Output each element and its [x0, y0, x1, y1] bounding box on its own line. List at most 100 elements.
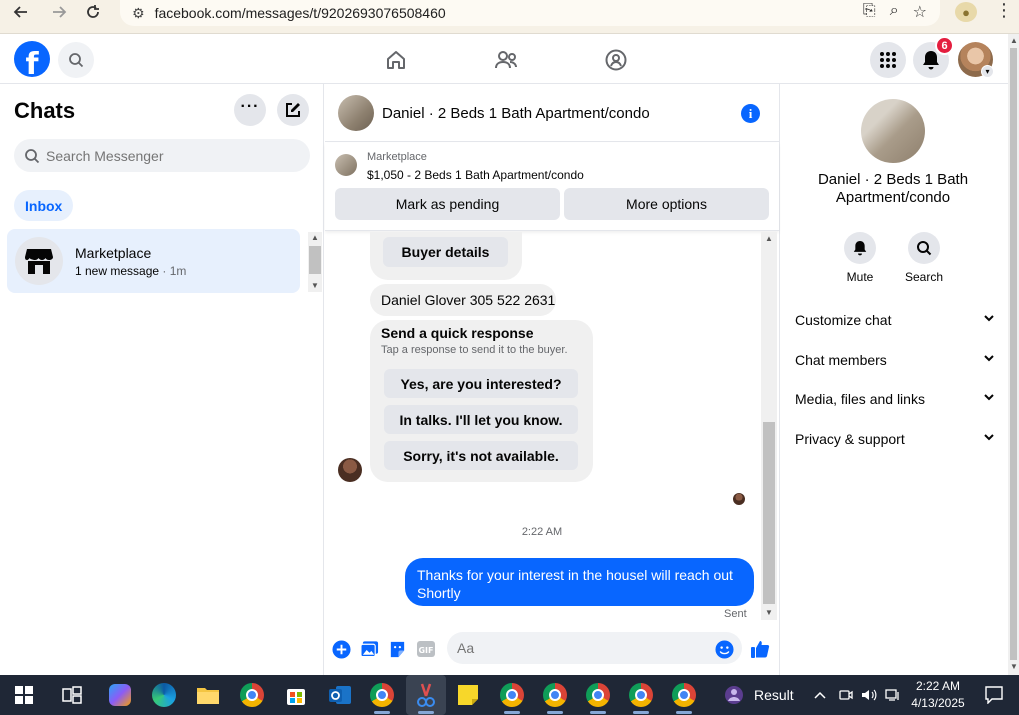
forward-arrow-icon[interactable]: [44, 0, 74, 24]
edge-browser-icon[interactable]: [150, 681, 178, 709]
reload-icon[interactable]: [78, 0, 108, 24]
chat-list-item[interactable]: Marketplace 1 new message · 1m: [7, 229, 300, 293]
bookmark-star-icon[interactable]: ☆: [913, 2, 927, 22]
scroll-up-arrow-icon[interactable]: ▲: [765, 234, 773, 243]
info-icon[interactable]: i: [741, 104, 760, 123]
chat-name: Marketplace: [75, 245, 152, 261]
chrome-profile-window-icon[interactable]: [368, 681, 396, 709]
conversation-title[interactable]: Daniel · 2 Beds 1 Bath Apartment/condo: [382, 105, 650, 122]
scroll-up-arrow-icon[interactable]: ▲: [1010, 36, 1018, 45]
chrome-window-icon[interactable]: [584, 681, 612, 709]
groups-icon[interactable]: [590, 42, 642, 78]
contact-avatar[interactable]: [861, 99, 925, 163]
search-messenger-field[interactable]: [14, 139, 310, 172]
customize-chat-section[interactable]: Customize chat: [795, 312, 995, 332]
chrome-window-icon[interactable]: [670, 681, 698, 709]
conversation-header: Daniel · 2 Beds 1 Bath Apartment/condo i: [325, 84, 779, 142]
search-action[interactable]: Search: [899, 232, 949, 284]
logo-letter: f: [25, 47, 39, 77]
mute-action[interactable]: Mute: [835, 232, 885, 284]
chat-members-section[interactable]: Chat members: [795, 352, 995, 372]
search-messenger-input[interactable]: [46, 147, 286, 164]
buyer-details-button[interactable]: Buyer details: [383, 237, 508, 267]
sticker-icon[interactable]: [386, 638, 408, 660]
site-settings-icon[interactable]: ⚙: [132, 5, 145, 22]
thumbs-up-icon[interactable]: [749, 638, 771, 660]
scroll-down-arrow-icon[interactable]: ▼: [765, 608, 773, 617]
inbox-tab[interactable]: Inbox: [14, 190, 74, 221]
windows-start-icon[interactable]: [10, 681, 38, 709]
bell-icon: [923, 51, 939, 70]
snipping-tool-icon[interactable]: [406, 675, 446, 715]
plus-circle-icon[interactable]: [330, 638, 352, 660]
photo-icon[interactable]: [358, 638, 380, 660]
notification-badge: 6: [935, 36, 954, 55]
privacy-support-section[interactable]: Privacy & support: [795, 431, 995, 451]
message-timestamp: 2:22 AM: [521, 526, 563, 538]
system-clock[interactable]: 2:22 AM 4/13/2025: [900, 678, 976, 712]
more-options-button[interactable]: More options: [564, 188, 769, 220]
chat-options-button[interactable]: ···: [234, 94, 266, 126]
back-arrow-icon[interactable]: [6, 0, 36, 24]
quick-reply-button[interactable]: Yes, are you interested?: [384, 369, 578, 398]
browser-profile-icon[interactable]: ●: [955, 2, 977, 22]
page-scrollbar[interactable]: ▲ ▼: [1008, 34, 1019, 675]
facebook-logo-icon[interactable]: f: [14, 41, 50, 77]
message-input[interactable]: [447, 632, 742, 664]
sticky-notes-icon[interactable]: [454, 681, 482, 709]
new-message-button[interactable]: [277, 94, 309, 126]
page-scrollbar-thumb[interactable]: [1010, 48, 1017, 660]
chats-sidebar: Chats ··· Inbox Marketplace 1 new messag…: [0, 84, 324, 675]
quick-response-title: Send a quick response: [381, 325, 534, 341]
chevron-down-icon[interactable]: ▾: [981, 65, 994, 78]
section-label: Media, files and links: [795, 391, 925, 407]
scroll-down-arrow-icon[interactable]: ▼: [1010, 662, 1018, 671]
quick-reply-button[interactable]: Sorry, it's not available.: [384, 441, 578, 470]
result-widget-icon[interactable]: [720, 681, 748, 709]
scroll-up-arrow-icon[interactable]: ▲: [311, 233, 319, 242]
friends-icon[interactable]: [480, 42, 532, 78]
result-label[interactable]: Result: [754, 687, 794, 703]
menu-grid-button[interactable]: [870, 42, 906, 78]
facebook-header: f 6 ▾: [0, 34, 1008, 84]
meet-now-icon[interactable]: [836, 681, 856, 709]
chat-list-scrollbar-thumb[interactable]: [309, 246, 321, 274]
scroll-down-arrow-icon[interactable]: ▼: [311, 281, 319, 290]
chrome-icon[interactable]: [238, 681, 266, 709]
copilot-icon[interactable]: [106, 681, 134, 709]
gif-icon[interactable]: GIF: [415, 638, 437, 660]
file-explorer-icon[interactable]: [194, 681, 222, 709]
mark-as-pending-button[interactable]: Mark as pending: [335, 188, 560, 220]
address-bar[interactable]: ⚙ facebook.com/messages/t/92026930765084…: [120, 0, 940, 26]
emoji-icon[interactable]: [713, 638, 735, 660]
speaker-icon[interactable]: [859, 681, 879, 709]
quick-reply-button[interactable]: In talks. I'll let you know.: [384, 405, 578, 434]
listing-title[interactable]: $1,050 - 2 Beds 1 Bath Apartment/condo: [367, 168, 584, 182]
chrome-window-icon[interactable]: [627, 681, 655, 709]
microsoft-store-icon[interactable]: [282, 681, 310, 709]
browser-menu-icon[interactable]: ⋮: [995, 0, 1013, 21]
conversation-avatar[interactable]: [338, 95, 374, 131]
marketplace-label: Marketplace: [367, 151, 427, 163]
task-view-icon[interactable]: [58, 681, 86, 709]
listing-thumbnail[interactable]: [335, 154, 357, 176]
message-scrollbar-thumb[interactable]: [763, 422, 775, 604]
message-composer: GIF: [325, 630, 779, 670]
chrome-window-icon[interactable]: [498, 681, 526, 709]
compose-icon: [286, 103, 300, 117]
facebook-search-button[interactable]: [58, 42, 94, 78]
sender-avatar[interactable]: [338, 458, 362, 482]
chat-list-scrollbar[interactable]: ▲ ▼: [308, 232, 322, 292]
zoom-icon[interactable]: ⌕: [890, 2, 899, 22]
chevron-up-icon[interactable]: [810, 681, 830, 709]
chrome-window-icon[interactable]: [541, 681, 569, 709]
search-icon: [25, 148, 40, 163]
chevron-down-icon: [984, 434, 994, 441]
notification-center-icon[interactable]: [980, 681, 1008, 709]
install-app-icon[interactable]: ⎘: [863, 2, 876, 22]
message-scrollbar[interactable]: ▲ ▼: [761, 232, 777, 620]
home-icon[interactable]: [370, 42, 422, 78]
outlook-icon[interactable]: [326, 681, 354, 709]
media-files-links-section[interactable]: Media, files and links: [795, 391, 995, 411]
center-navigation: [370, 42, 642, 78]
